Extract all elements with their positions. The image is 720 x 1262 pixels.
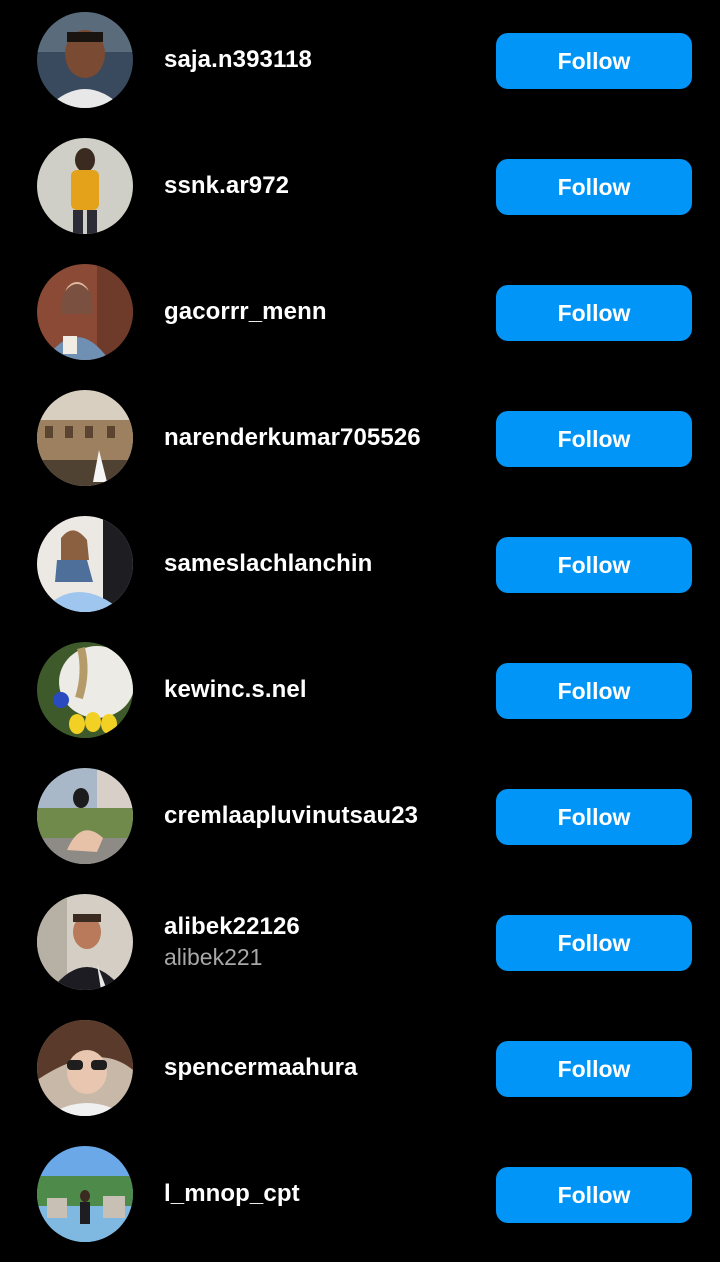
avatar[interactable] [37,264,133,360]
user-names: sameslachlanchin [164,504,484,624]
username[interactable]: ssnk.ar972 [164,171,484,201]
user-names: kewinc.s.nel [164,630,484,750]
username[interactable]: saja.n393118 [164,45,484,75]
follow-button[interactable]: Follow [496,1041,692,1097]
avatar[interactable] [37,390,133,486]
avatar-photo [37,1020,133,1116]
username[interactable]: l_mnop_cpt [164,1179,484,1209]
avatar-photo [37,1146,133,1242]
user-row[interactable]: kewinc.s.nel Follow [0,630,720,756]
avatar-photo [37,894,133,990]
user-names: ssnk.ar972 [164,126,484,246]
user-row[interactable]: saja.n393118 Follow [0,0,720,126]
follow-button[interactable]: Follow [496,663,692,719]
user-row[interactable]: narenderkumar705526 Follow [0,378,720,504]
user-names: saja.n393118 [164,0,484,120]
user-row[interactable]: alibek22126 alibek221 Follow [0,882,720,1008]
user-row[interactable]: cremlaapluvinutsau23 Follow [0,756,720,882]
avatar-photo [37,12,133,108]
avatar[interactable] [37,516,133,612]
user-names: gacorrr_menn [164,252,484,372]
avatar-photo [37,138,133,234]
avatar[interactable] [37,138,133,234]
avatar[interactable] [37,1020,133,1116]
user-names: alibek22126 alibek221 [164,882,484,1002]
user-names: spencermaahura [164,1008,484,1128]
avatar-photo [37,390,133,486]
avatar-photo [37,768,133,864]
user-row[interactable]: sameslachlanchin Follow [0,504,720,630]
username[interactable]: cremlaapluvinutsau23 [164,801,484,831]
username[interactable]: alibek22126 [164,912,484,942]
avatar[interactable] [37,768,133,864]
user-row[interactable]: ssnk.ar972 Follow [0,126,720,252]
username[interactable]: kewinc.s.nel [164,675,484,705]
avatar-photo [37,642,133,738]
avatar[interactable] [37,642,133,738]
user-row[interactable]: l_mnop_cpt Follow [0,1134,720,1260]
follow-button[interactable]: Follow [496,1167,692,1223]
username[interactable]: narenderkumar705526 [164,423,484,453]
full-name: alibek221 [164,944,263,970]
avatar[interactable] [37,12,133,108]
follow-button[interactable]: Follow [496,159,692,215]
follow-button[interactable]: Follow [496,537,692,593]
avatar[interactable] [37,1146,133,1242]
user-row[interactable]: gacorrr_menn Follow [0,252,720,378]
follow-button[interactable]: Follow [496,285,692,341]
user-names: l_mnop_cpt [164,1134,484,1254]
follow-button[interactable]: Follow [496,915,692,971]
username[interactable]: spencermaahura [164,1053,484,1083]
avatar[interactable] [37,894,133,990]
suggested-users-list: saja.n393118 Follow ssnk.ar972 Follow ga… [0,0,720,1262]
username[interactable]: sameslachlanchin [164,549,484,579]
follow-button[interactable]: Follow [496,33,692,89]
follow-button[interactable]: Follow [496,789,692,845]
follow-button[interactable]: Follow [496,411,692,467]
username[interactable]: gacorrr_menn [164,297,484,327]
user-row[interactable]: spencermaahura Follow [0,1008,720,1134]
user-names: narenderkumar705526 [164,378,484,498]
avatar-photo [37,264,133,360]
user-names: cremlaapluvinutsau23 [164,756,484,876]
avatar-photo [37,516,133,612]
